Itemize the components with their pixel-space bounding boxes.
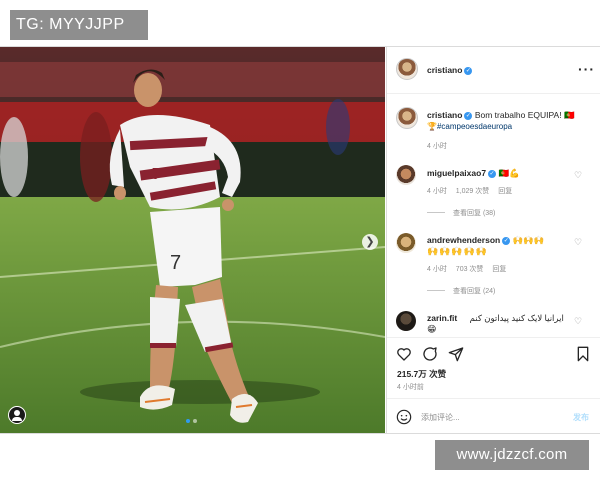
replies-divider <box>427 212 445 213</box>
author-name-text[interactable]: cristiano <box>427 65 462 75</box>
likes-count[interactable]: 215.7万 次赞 <box>397 368 446 380</box>
post-actions: 215.7万 次赞 4 小时前 添加评论... 发布 <box>387 337 600 434</box>
reply-button[interactable]: 回复 <box>498 188 512 195</box>
caption-author-avatar[interactable] <box>396 107 418 129</box>
heart-icon[interactable]: ♡ <box>573 316 583 326</box>
emoji-smiley-icon[interactable] <box>396 409 412 425</box>
comment-text: 🙌🙌🙌 <box>512 235 545 245</box>
reply-button[interactable]: 回复 <box>492 266 506 273</box>
comment-text-continued: 😁 <box>427 324 438 334</box>
verified-badge-icon: ✓ <box>502 237 511 245</box>
post-header: cristiano ✓ ··· <box>387 47 600 94</box>
post-comment-button[interactable]: 发布 <box>573 412 589 423</box>
post-side-panel: cristiano ✓ ··· cristiano ✓ Bom trabalho E… <box>386 47 600 433</box>
comment-bubble-icon[interactable] <box>422 346 438 362</box>
user-tag-icon[interactable] <box>8 406 26 424</box>
comment-time: 4 小时 <box>427 266 447 273</box>
comment-line: andrewhenderson ✓ 🙌🙌🙌 <box>427 235 544 246</box>
watermark-top-left: TG: MYYJJPP <box>10 10 148 40</box>
verified-badge-icon: ✓ <box>488 170 497 178</box>
comment-meta: 4 小时 1,029 次赞 回复 <box>427 186 519 196</box>
watermark-bottom-right: www.jdzzcf.com <box>435 440 589 470</box>
jersey-number-chest: 7 <box>152 166 161 183</box>
comment-line: miguelpaixao7 ✓ 🇵🇹💪 <box>427 168 520 179</box>
post-photo[interactable]: 7 7 ❯ <box>0 47 385 433</box>
caption-author-name[interactable]: cristiano <box>427 110 462 120</box>
caption-hashtag[interactable]: 🏆#campeoesdaeuropa <box>427 122 512 131</box>
comment-meta: 4 小时 703 次赞 回复 <box>427 264 513 274</box>
comment-text: 🇵🇹💪 <box>498 168 520 178</box>
commenter-name[interactable]: andrewhenderson <box>427 235 500 245</box>
add-comment-bar: 添加评论... 发布 <box>387 398 600 435</box>
carousel-indicator <box>186 419 197 423</box>
bookmark-icon[interactable] <box>576 346 590 362</box>
jersey-number-shorts: 7 <box>170 252 181 274</box>
view-replies-text[interactable]: 查看回复 (38) <box>453 210 495 217</box>
commenter-avatar[interactable] <box>396 233 416 253</box>
comment-text-continued: 🙌🙌🙌🙌🙌 <box>427 246 489 256</box>
commenter-avatar[interactable] <box>396 311 416 331</box>
heart-icon[interactable]: ♡ <box>573 170 583 180</box>
comment-time: 4 小时 <box>427 188 447 195</box>
carousel-dot <box>193 419 197 423</box>
comment-text: ایرانیا لایک کنید پیداتون کنم <box>469 313 564 323</box>
more-options-icon[interactable]: ··· <box>578 61 595 77</box>
view-replies-text[interactable]: 查看回复 (24) <box>453 288 495 295</box>
commenter-name[interactable]: miguelpaixao7 <box>427 168 486 178</box>
author-username[interactable]: cristiano ✓ <box>427 65 473 75</box>
caption-line: cristiano ✓ Bom trabalho EQUIPA! 🇵🇹 <box>427 110 575 121</box>
instagram-post: 7 7 ❯ cristiano ✓ ··· cristiano ✓ Bom tr… <box>0 46 600 434</box>
view-replies-button[interactable]: 查看回复 (38) <box>427 208 495 218</box>
caption-time: 4 小时 <box>427 143 447 150</box>
caption-text: Bom trabalho EQUIPA! 🇵🇹 <box>474 110 575 120</box>
view-replies-button[interactable]: 查看回复 (24) <box>427 286 495 296</box>
add-comment-input[interactable]: 添加评论... <box>421 412 460 423</box>
commenter-avatar[interactable] <box>396 165 416 185</box>
comment-line: zarin.fit ایرانیا لایک کنید پیداتون کنم <box>427 313 564 324</box>
carousel-dot-active <box>186 419 190 423</box>
like-heart-icon[interactable] <box>396 346 412 362</box>
share-paper-plane-icon[interactable] <box>448 346 464 362</box>
football-player-photo: 7 7 <box>0 47 385 433</box>
heart-icon[interactable]: ♡ <box>573 237 583 247</box>
verified-badge-icon: ✓ <box>464 67 473 75</box>
chevron-right-icon[interactable]: ❯ <box>362 234 378 250</box>
verified-badge-icon: ✓ <box>464 112 473 120</box>
post-time: 4 小时前 <box>397 384 424 391</box>
comment-likes[interactable]: 1,029 次赞 <box>456 188 489 195</box>
author-avatar[interactable] <box>396 58 418 80</box>
replies-divider <box>427 290 445 291</box>
commenter-name[interactable]: zarin.fit <box>427 313 457 323</box>
comment-likes[interactable]: 703 次赞 <box>456 266 484 273</box>
